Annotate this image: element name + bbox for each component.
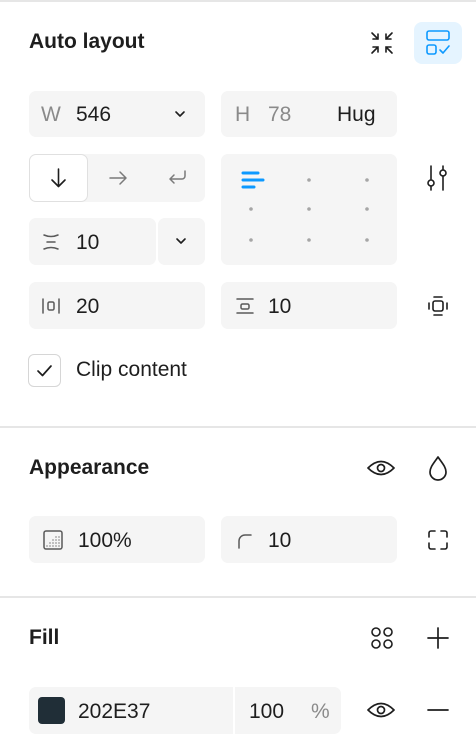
fill-field-separator	[233, 687, 235, 734]
fill-divider	[0, 596, 476, 598]
direction-vertical-button[interactable]	[29, 154, 88, 202]
fill-color-swatch[interactable]	[38, 697, 65, 724]
direction-horizontal-arrow-icon[interactable]	[103, 165, 133, 191]
height-field[interactable]: H 78 Hug	[221, 91, 397, 137]
auto-layout-title: Auto layout	[29, 30, 145, 53]
independent-corners-icon[interactable]	[422, 524, 454, 556]
corner-radius-field[interactable]: 10	[221, 516, 397, 563]
height-value[interactable]: 78	[268, 103, 291, 127]
collapse-icon[interactable]	[364, 26, 400, 60]
gap-icon	[39, 230, 63, 254]
vertical-padding-field[interactable]: 10	[221, 282, 397, 329]
width-value[interactable]: 546	[76, 103, 111, 127]
fill-visibility-eye-icon[interactable]	[364, 694, 398, 726]
auto-layout-toggle-button[interactable]	[414, 22, 462, 64]
visibility-eye-icon[interactable]	[364, 452, 398, 484]
width-dropdown-chevron-icon[interactable]	[169, 103, 191, 125]
appearance-divider	[0, 426, 476, 428]
fill-opacity-unit: %	[311, 700, 330, 723]
layer-opacity-field[interactable]: 100%	[29, 516, 205, 563]
gap-field[interactable]: 10	[29, 218, 156, 265]
alignment-grid[interactable]	[221, 154, 397, 265]
width-field[interactable]: W 546	[29, 91, 205, 137]
layer-opacity-value[interactable]: 100%	[78, 529, 132, 553]
horizontal-padding-value[interactable]: 20	[76, 295, 99, 319]
individual-padding-icon[interactable]	[422, 290, 454, 322]
styles-grid-icon[interactable]	[366, 622, 398, 654]
direction-control	[29, 154, 205, 202]
horizontal-padding-icon	[39, 294, 63, 318]
remove-fill-minus-icon[interactable]	[422, 694, 454, 726]
gap-chevron-down-icon	[170, 230, 192, 252]
vertical-padding-value[interactable]: 10	[268, 295, 291, 319]
clip-content-label: Clip content	[76, 358, 187, 381]
horizontal-padding-field[interactable]: 20	[29, 282, 205, 329]
height-label: H	[235, 103, 251, 126]
top-divider	[0, 0, 476, 2]
add-fill-plus-icon[interactable]	[422, 622, 454, 654]
layout-settings-sliders-icon[interactable]	[420, 160, 454, 196]
corner-radius-icon	[233, 528, 257, 552]
gap-dropdown-button[interactable]	[158, 218, 205, 265]
fill-title: Fill	[29, 626, 60, 649]
gap-value[interactable]: 10	[76, 231, 99, 255]
clip-content-checkbox[interactable]	[28, 354, 61, 387]
fill-hex-value[interactable]: 202E37	[78, 700, 150, 724]
opacity-icon	[41, 528, 65, 552]
corner-radius-value[interactable]: 10	[268, 529, 291, 553]
width-label: W	[41, 103, 61, 126]
direction-wrap-icon[interactable]	[162, 165, 192, 191]
vertical-padding-icon	[233, 294, 257, 318]
fill-opacity-value[interactable]: 100	[249, 700, 284, 724]
appearance-title: Appearance	[29, 456, 150, 479]
blend-mode-drop-icon[interactable]	[422, 450, 454, 486]
fill-color-row: 202E37 100 %	[29, 687, 341, 734]
height-mode[interactable]: Hug	[337, 103, 376, 127]
